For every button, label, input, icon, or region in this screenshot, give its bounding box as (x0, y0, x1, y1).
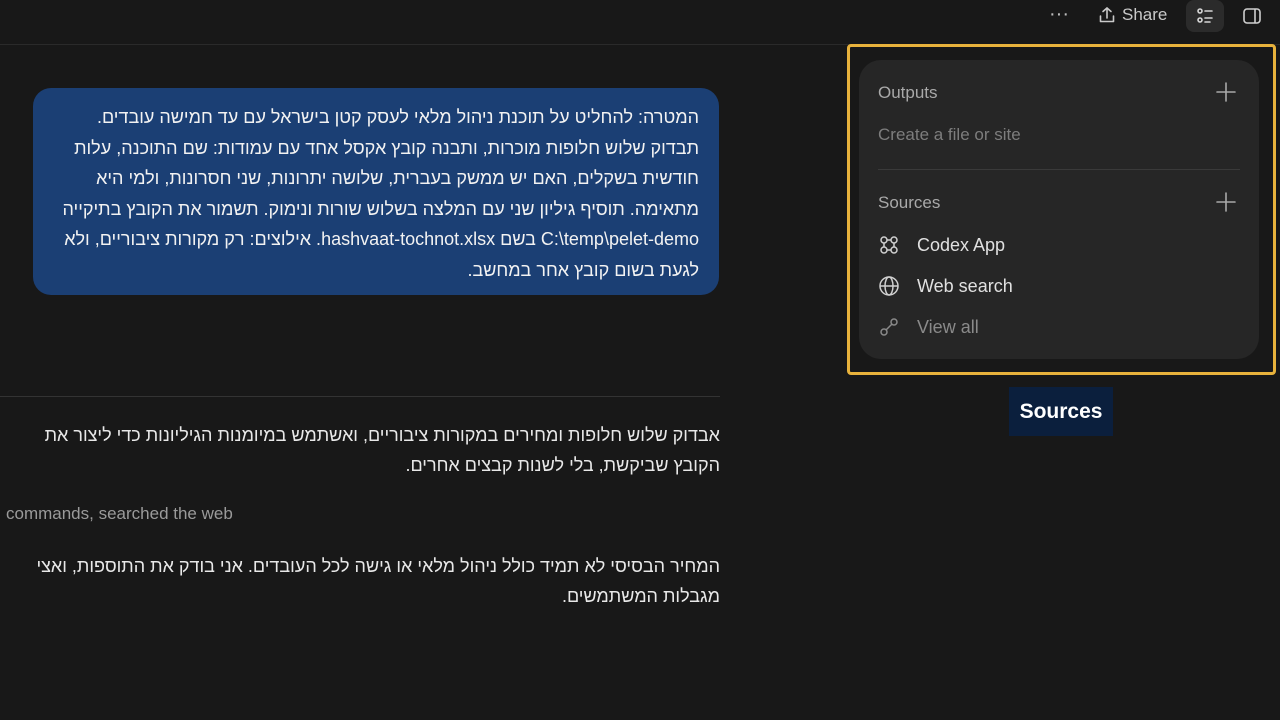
add-output-button[interactable] (1215, 81, 1237, 103)
user-message: המטרה: להחליט על תוכנת ניהול מלאי לעסק ק… (33, 88, 719, 295)
command-icon (878, 234, 900, 256)
sources-title: Sources (878, 193, 941, 212)
source-web-search[interactable]: Web search (878, 273, 1013, 299)
assistant-message-2-line-1: המחיר הבסיסי לא תמיד כולל ניהול מלאי או … (36, 556, 720, 576)
outputs-title: Outputs (878, 83, 938, 102)
assistant-message-1-line-2: הקובץ שביקשת, בלי לשנות קבצים אחרים. (405, 455, 720, 475)
plus-icon (1216, 82, 1236, 102)
source-label: Web search (917, 275, 1013, 296)
ellipsis-icon[interactable]: ··· (1047, 4, 1071, 28)
panel-divider (878, 169, 1240, 170)
create-file-hint[interactable]: Create a file or site (878, 125, 1021, 145)
assistant-message-1: אבדוק שלוש חלופות ומחירים במקורות ציבורי… (0, 420, 720, 480)
sidebar-panel-icon[interactable] (1240, 4, 1264, 28)
link-icon (878, 316, 900, 338)
add-source-button[interactable] (1215, 191, 1237, 213)
side-panel: Outputs Create a file or site Sources Co… (859, 60, 1259, 359)
globe-icon (878, 275, 900, 297)
assistant-message-2: המחיר הבסיסי לא תמיד כולל ניהול מלאי או … (0, 551, 720, 611)
source-codex-app[interactable]: Codex App (878, 232, 1005, 258)
share-label: Share (1122, 5, 1168, 24)
assistant-message-1-line-1: אבדוק שלוש חלופות ומחירים במקורות ציבורי… (44, 425, 720, 445)
view-all-sources[interactable]: View all (878, 314, 979, 340)
source-label: Codex App (917, 234, 1006, 255)
divider (0, 396, 720, 397)
plus-icon (1216, 192, 1236, 212)
share-button[interactable]: Share (1098, 3, 1167, 27)
source-label: View all (917, 316, 979, 337)
activity-status[interactable]: commands, searched the web (6, 504, 233, 524)
list-icon[interactable] (1186, 0, 1224, 32)
top-bar: ··· Share (0, 0, 1280, 45)
caption-label: Sources (1009, 387, 1113, 436)
assistant-message-2-line-2: מגבלות המשתמשים. (561, 586, 720, 606)
share-icon (1099, 7, 1115, 23)
